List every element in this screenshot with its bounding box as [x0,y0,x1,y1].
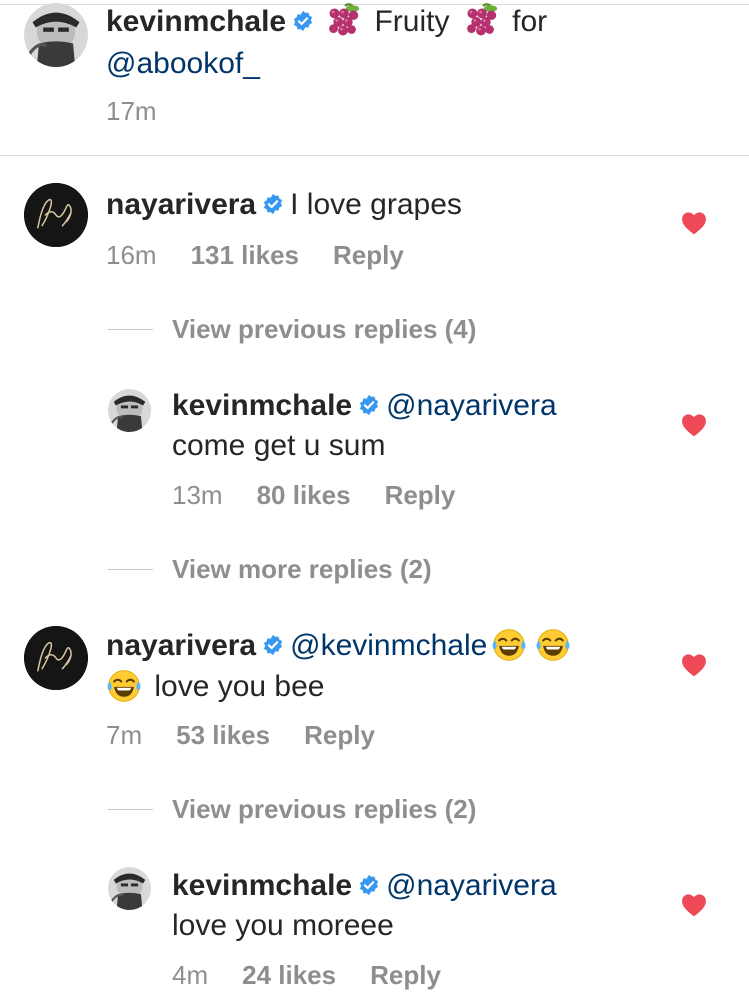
avatar[interactable] [24,3,88,67]
comment-time: 4m [172,960,209,990]
likes-count[interactable]: 24 likes [242,960,336,990]
avatar[interactable] [24,183,88,247]
likes-count[interactable]: 80 likes [257,480,351,510]
grapes-emoji-icon [462,2,500,40]
comment-body: I love grapes [290,188,462,221]
comment-time: 13m [172,480,223,510]
likes-count[interactable]: 131 likes [191,240,299,270]
view-more-replies-button[interactable]: View more replies (2) [172,554,432,584]
avatar-image [24,3,88,67]
view-replies-line [108,329,153,330]
comment-username[interactable]: nayarivera [106,188,256,221]
reply-button[interactable]: Reply [333,240,404,270]
comment-time: 16m [106,240,157,270]
likes-count[interactable]: 53 likes [176,720,270,750]
comment-body: come get u sum [172,429,386,462]
view-previous-replies-button[interactable]: View previous replies (2) [172,794,476,824]
view-previous-replies-button[interactable]: View previous replies (4) [172,314,476,344]
face-with-tears-of-joy-icon [106,668,142,704]
heart-icon[interactable] [681,211,707,235]
avatar[interactable] [108,867,151,910]
comment-text: nayarivera @kevinmchale love you bee [106,626,666,708]
view-replies-line [108,809,153,810]
heart-icon[interactable] [681,893,707,917]
verified-badge-icon [262,193,284,215]
comment-mention[interactable]: @nayarivera [386,869,557,902]
comment-text: nayarivera I love grapes [106,185,666,225]
comment-meta: 4m 24 likes Reply [172,960,475,990]
avatar[interactable] [108,389,151,432]
avatar-image [108,867,151,910]
avatar-image [24,626,88,690]
avatar-image [24,183,88,247]
face-with-tears-of-joy-icon [491,627,527,663]
comment-time: 7m [106,720,143,750]
caption-meta: 17m [106,96,191,126]
verified-badge-icon [262,634,284,656]
comment-body: love you bee [154,670,325,704]
avatar-image [108,389,151,432]
caption-mention[interactable]: @abookof_ [106,47,260,80]
comment-body: love you moreee [172,909,394,942]
comment-username[interactable]: kevinmchale [172,389,352,422]
verified-badge-icon [292,10,314,32]
caption-text-part-1: Fruity [374,5,450,38]
comment-mention[interactable]: @kevinmchale [290,629,487,662]
reply-button[interactable]: Reply [370,960,441,990]
comment-meta: 16m 131 likes Reply [106,240,438,270]
comment-meta: 13m 80 likes Reply [172,480,489,510]
heart-icon[interactable] [681,413,707,437]
avatar[interactable] [24,626,88,690]
comment-text: kevinmchale @nayarivera love you moreee [172,866,662,946]
caption-divider [0,155,749,156]
caption-text-part-2: for [512,5,548,38]
comment-text: kevinmchale @nayarivera come get u sum [172,386,662,466]
caption-username[interactable]: kevinmchale [106,5,286,38]
verified-badge-icon [358,874,380,896]
reply-button[interactable]: Reply [304,720,375,750]
grapes-emoji-icon [324,2,362,40]
comment-meta: 7m 53 likes Reply [106,720,409,750]
comment-username[interactable]: kevinmchale [172,869,352,902]
reply-button[interactable]: Reply [385,480,456,510]
caption-text: kevinmchale Fruity for @abookof_ [106,2,706,84]
comment-mention[interactable]: @nayarivera [386,389,557,422]
verified-badge-icon [358,394,380,416]
caption-time: 17m [106,96,157,126]
view-replies-line [108,569,153,570]
comment-username[interactable]: nayarivera [106,629,256,662]
face-with-tears-of-joy-icon [535,627,571,663]
heart-icon[interactable] [681,653,707,677]
